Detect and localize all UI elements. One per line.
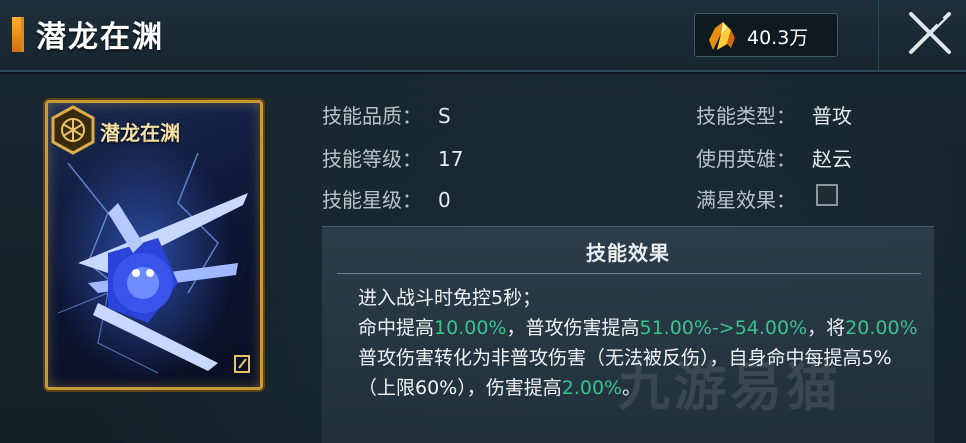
skill-detail-panel: 潜龙在渊 40.3万 潜龙在渊 技能品质： S 技能等级： 17 技能星级： 0… (0, 0, 966, 443)
effect-divider (337, 273, 921, 274)
stat-hero: 使用英雄： 赵云 (696, 143, 852, 172)
effect-title: 技能效果 (586, 241, 670, 265)
fullstar-checkbox[interactable] (816, 184, 838, 206)
convert-percent-value: 20.00% (845, 317, 918, 339)
stat-quality: 技能品质： S (322, 100, 451, 129)
damage-bonus-value: 51.00%->54.00% (639, 317, 808, 339)
stat-star-label: 技能星级： (322, 188, 422, 212)
card-title: 潜龙在渊 (100, 121, 180, 145)
currency-display[interactable]: 40.3万 (694, 13, 838, 57)
key-icon (232, 353, 252, 379)
stat-hero-label: 使用英雄： (696, 147, 796, 171)
watermark: 九游易猫 (618, 358, 843, 418)
stat-type: 技能类型： 普攻 (696, 100, 852, 129)
stat-level-value: 17 (438, 147, 464, 171)
page-title: 潜龙在渊 (36, 20, 164, 55)
stat-quality-value: S (438, 104, 451, 128)
effect-text: 命中提高 (358, 317, 435, 339)
close-icon (909, 12, 951, 54)
title-accent-bar (12, 17, 24, 52)
stat-quality-label: 技能品质： (322, 104, 422, 128)
stat-type-label: 技能类型： (696, 104, 796, 128)
effect-text: ，普攻伤害提高 (506, 317, 640, 339)
header-bar: 潜龙在渊 40.3万 (0, 0, 966, 72)
stat-hero-value: 赵云 (812, 147, 852, 171)
currency-amount: 40.3万 (747, 27, 809, 49)
stat-star: 技能星级： 0 (322, 184, 451, 213)
stat-level-label: 技能等级： (322, 147, 422, 171)
stat-type-value: 普攻 (812, 104, 852, 128)
close-button[interactable] (878, 0, 966, 70)
per-hit-bonus-value: 2.00% (561, 377, 623, 399)
skill-artwork (57, 152, 248, 374)
stat-fullstar: 满星效果： (696, 184, 796, 213)
skill-card[interactable]: 潜龙在渊 (45, 100, 263, 390)
gold-crystal-icon (705, 20, 739, 56)
hit-bonus-value: 10.00% (434, 317, 507, 339)
effect-text: ，将 (807, 317, 846, 339)
stat-level: 技能等级： 17 (322, 143, 463, 172)
effect-line-1: 进入战斗时免控5秒； (358, 287, 542, 309)
stat-fullstar-label: 满星效果： (696, 188, 796, 212)
stat-star-value: 0 (438, 188, 451, 212)
